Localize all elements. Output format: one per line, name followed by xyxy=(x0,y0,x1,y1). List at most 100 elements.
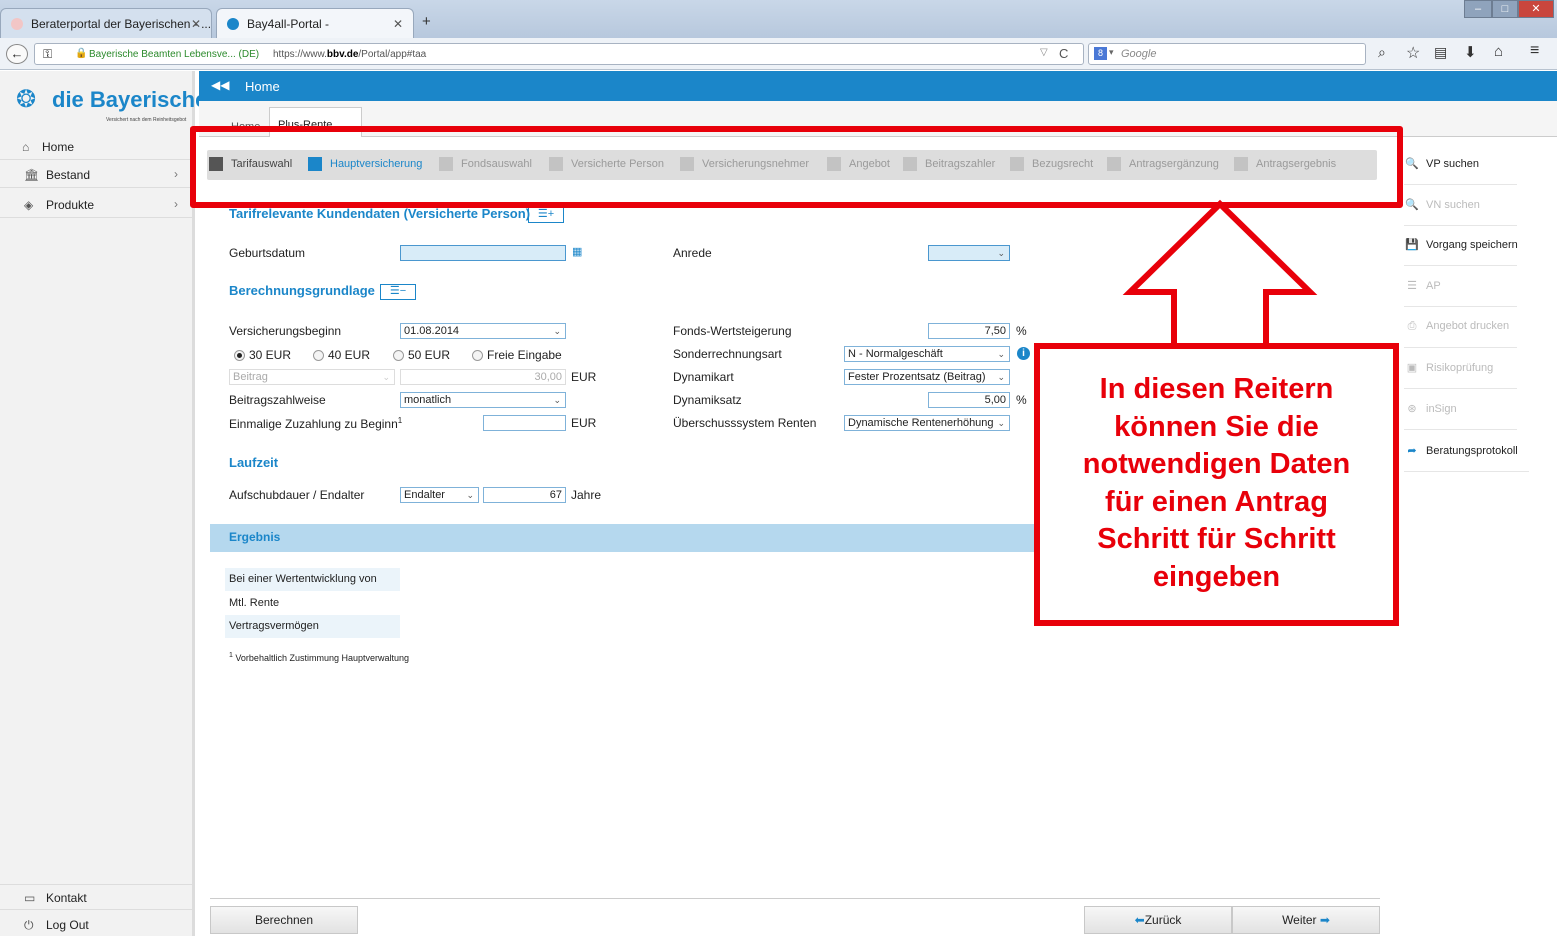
action-label: VP suchen xyxy=(1426,158,1480,170)
search-field[interactable]: 8 ▾ Google xyxy=(1088,43,1366,65)
eur-label: EUR xyxy=(571,416,597,430)
anrede-select[interactable]: ⌄ xyxy=(928,245,1010,261)
chevron-down-icon: ⌄ xyxy=(553,395,561,405)
action-vp-suchen[interactable]: 🔍 VP suchen xyxy=(1404,145,1517,185)
info-icon[interactable]: i xyxy=(1017,347,1030,360)
callout-text: In diesen Reitern können Sie die notwend… xyxy=(1040,371,1393,596)
bookmarks-icon[interactable]: ▤ xyxy=(1434,44,1447,61)
chevron-down-icon: ⌄ xyxy=(997,248,1005,258)
chevron-down-icon: ⌄ xyxy=(997,349,1005,359)
beitrag-input: 30,00 xyxy=(400,369,566,385)
site-identity[interactable]: Bayerische Beamten Lebensve... (DE) xyxy=(89,49,259,60)
reload-icon[interactable]: C xyxy=(1059,46,1068,61)
geburtsdatum-input[interactable] xyxy=(400,245,566,261)
minimize-button[interactable]: – xyxy=(1464,0,1492,18)
new-tab-button[interactable]: + xyxy=(422,13,431,30)
layers-icon: ◈ xyxy=(24,198,34,212)
home-icon: ⌂ xyxy=(22,140,30,154)
collapse-sidebar-icon[interactable]: ◀◀ xyxy=(211,78,229,92)
calendar-icon[interactable]: ▦ xyxy=(572,245,582,258)
sonderrechnungsart-select[interactable]: N - Normalgeschäft ⌄ xyxy=(844,346,1010,362)
browser-tab-beraterportal[interactable]: Beraterportal der Bayerischen - ... ✕ xyxy=(0,8,212,38)
logo[interactable]: ❂ die Bayerische Versichert nach dem Rei… xyxy=(12,81,207,131)
url-field[interactable]: ⚿ 🔒 Bayerische Beamten Lebensve... (DE) … xyxy=(34,43,1084,65)
anrede-label: Anrede xyxy=(673,246,712,260)
beitragszahlweise-select[interactable]: monatlich ⌄ xyxy=(400,392,566,408)
search-engine-icon[interactable]: 8 xyxy=(1094,47,1107,60)
sidebar-item-kontakt[interactable]: ▭ Kontakt xyxy=(0,884,192,910)
expand-section-button[interactable]: ☰+ xyxy=(528,207,564,223)
callout-line: für einen Antrag xyxy=(1105,485,1328,518)
action-vorgang-speichern[interactable]: 💾 Vorgang speichern xyxy=(1404,226,1518,266)
zurueck-button[interactable]: ⬅Zurück xyxy=(1084,906,1232,934)
fonds-input[interactable]: 7,50 xyxy=(928,323,1010,339)
browser-tab-title: Bay4all-Portal - xyxy=(247,17,330,31)
footnote: 1 Vorbehaltlich Zustimmung Hauptverwaltu… xyxy=(229,652,409,663)
result-row-rente: Mtl. Rente xyxy=(229,597,280,609)
building-icon: 🏛 xyxy=(24,168,40,182)
sidebar-item-label: Home xyxy=(42,140,75,154)
radio-40-eur[interactable]: 40 EUR xyxy=(313,348,370,362)
download-icon[interactable]: ⬇ xyxy=(1464,43,1477,61)
sidebar-item-logout[interactable]: ⏻ Log Out xyxy=(0,912,192,936)
dynamiksatz-input[interactable]: 5,00 xyxy=(928,392,1010,408)
home-icon[interactable]: ⌂ xyxy=(1494,43,1503,60)
browser-tab-bay4all[interactable]: Bay4all-Portal - ✕ xyxy=(216,8,414,38)
versicherungsbeginn-select[interactable]: 01.08.2014 ⌄ xyxy=(400,323,566,339)
search-icon: 🔍 xyxy=(1405,158,1419,170)
sidebar-item-label: Bestand xyxy=(46,168,91,182)
percent-label: % xyxy=(1016,393,1027,407)
action-label: Vorgang speichern xyxy=(1426,239,1518,251)
jahre-label: Jahre xyxy=(571,488,602,502)
radio-icon xyxy=(393,350,404,362)
chevron-right-icon: › xyxy=(174,197,178,211)
back-arrow-icon[interactable]: ← xyxy=(6,44,28,64)
radio-50-eur[interactable]: 50 EUR xyxy=(393,348,450,362)
menu-icon[interactable]: ≡ xyxy=(1530,42,1539,60)
tab-favicon xyxy=(227,18,239,30)
close-icon[interactable]: ✕ xyxy=(393,17,403,31)
close-icon[interactable]: ✕ xyxy=(191,17,201,31)
sidebar-item-home[interactable]: ⌂ Home xyxy=(0,134,192,160)
button-label: Zurück xyxy=(1144,913,1182,927)
dropdown-arrow-icon: ▾ xyxy=(1109,47,1114,57)
action-label: inSign xyxy=(1426,403,1457,415)
zuzahlung-input[interactable] xyxy=(483,415,566,431)
radio-freie-eingabe[interactable]: Freie Eingabe xyxy=(472,348,562,362)
select-value: monatlich xyxy=(404,394,452,406)
sidebar-item-bestand[interactable]: 🏛 Bestand › xyxy=(0,162,192,188)
url-domain: bbv.de xyxy=(326,49,359,60)
sidebar-item-label: Produkte xyxy=(46,198,95,212)
result-row-wertentwicklung: Bei einer Wertentwicklung von xyxy=(225,568,400,591)
url-path: /Portal/app#taa xyxy=(358,49,427,60)
maximize-button[interactable]: □ xyxy=(1492,0,1518,18)
callout-arrow-icon xyxy=(1122,199,1318,350)
action-ap: ☰ AP xyxy=(1404,267,1517,307)
radio-label: Freie Eingabe xyxy=(487,348,562,362)
dynamikart-select[interactable]: Fester Prozentsatz (Beitrag) ⌄ xyxy=(844,369,1010,385)
select-value: Endalter xyxy=(404,489,445,501)
app-topbar: ◀◀ Home xyxy=(199,71,1557,101)
lion-logo-icon: ❂ xyxy=(16,86,37,113)
collapse-section-button[interactable]: ☰− xyxy=(380,284,416,300)
chevron-down-icon: ⌄ xyxy=(382,372,390,382)
browser-tab-bar: Beraterportal der Bayerischen - ... ✕ Ba… xyxy=(0,0,1557,38)
ueberschuss-select[interactable]: Dynamische Rentenerhöhung ⌄ xyxy=(844,415,1010,431)
dropdown-arrow-icon[interactable]: ▽ xyxy=(1040,47,1048,58)
search-icon[interactable]: ⌕ xyxy=(1378,44,1386,61)
aufschub-select[interactable]: Endalter ⌄ xyxy=(400,487,479,503)
action-beratungsprotokoll[interactable]: ➦ Beratungsprotokoll xyxy=(1404,432,1529,472)
radio-30-eur[interactable]: 30 EUR xyxy=(234,348,291,362)
radio-label: 40 EUR xyxy=(328,348,371,362)
window-close-button[interactable]: ✕ xyxy=(1518,0,1554,18)
weiter-button[interactable]: Weiter ➡ xyxy=(1232,906,1380,934)
sidebar: ❂ die Bayerische Versichert nach dem Rei… xyxy=(0,71,207,936)
aufschub-input[interactable]: 67 xyxy=(483,487,566,503)
sonderrechnungsart-label: Sonderrechnungsart xyxy=(673,347,782,361)
sidebar-item-produkte[interactable]: ◈ Produkte › xyxy=(0,192,192,218)
bookmark-star-icon[interactable]: ☆ xyxy=(1406,43,1420,63)
dynamiksatz-label: Dynamiksatz xyxy=(673,393,742,407)
button-label: Weiter xyxy=(1282,913,1317,927)
berechnen-button[interactable]: Berechnen xyxy=(210,906,358,934)
search-placeholder: Google xyxy=(1121,48,1157,60)
